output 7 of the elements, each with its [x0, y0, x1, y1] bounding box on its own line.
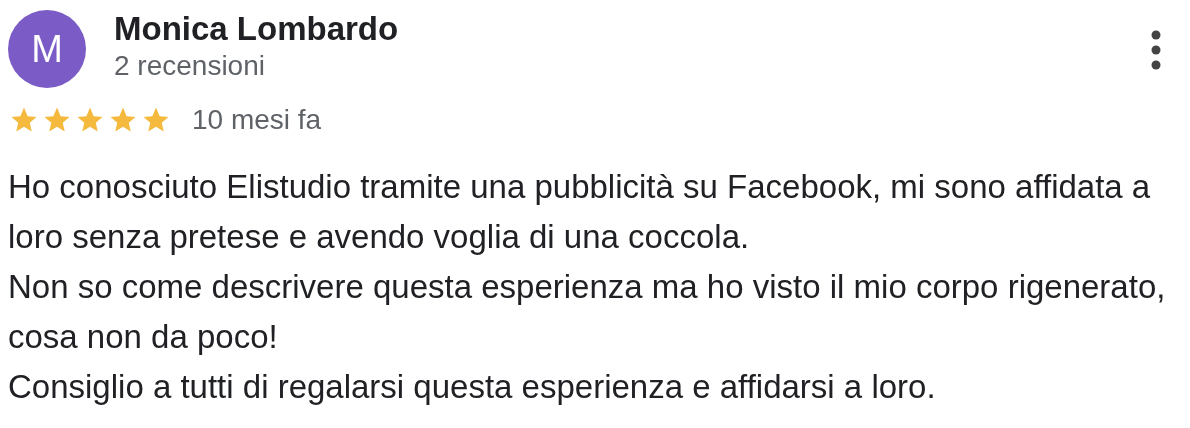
review-count: 2 recensioni	[114, 50, 266, 82]
review-text: Consiglio a tutti di regalarsi questa esperienza e affidarsi a loro.	[8, 367, 937, 407]
author-name: Monica Lombardo	[114, 10, 400, 48]
avatar: M	[8, 10, 86, 88]
review-text: Non so come descrivere questa esperienza ma ho visto il mio corpo rigenerato, cosa non da poco!	[8, 267, 1166, 357]
review-text: Ho conosciuto Elistudio tramite una pubblicità su Facebook, mi sono affidata a loro senza pretese e avendo voglia di una coccola.	[8, 167, 1152, 257]
review-time: 10 mesi fa	[192, 104, 322, 136]
